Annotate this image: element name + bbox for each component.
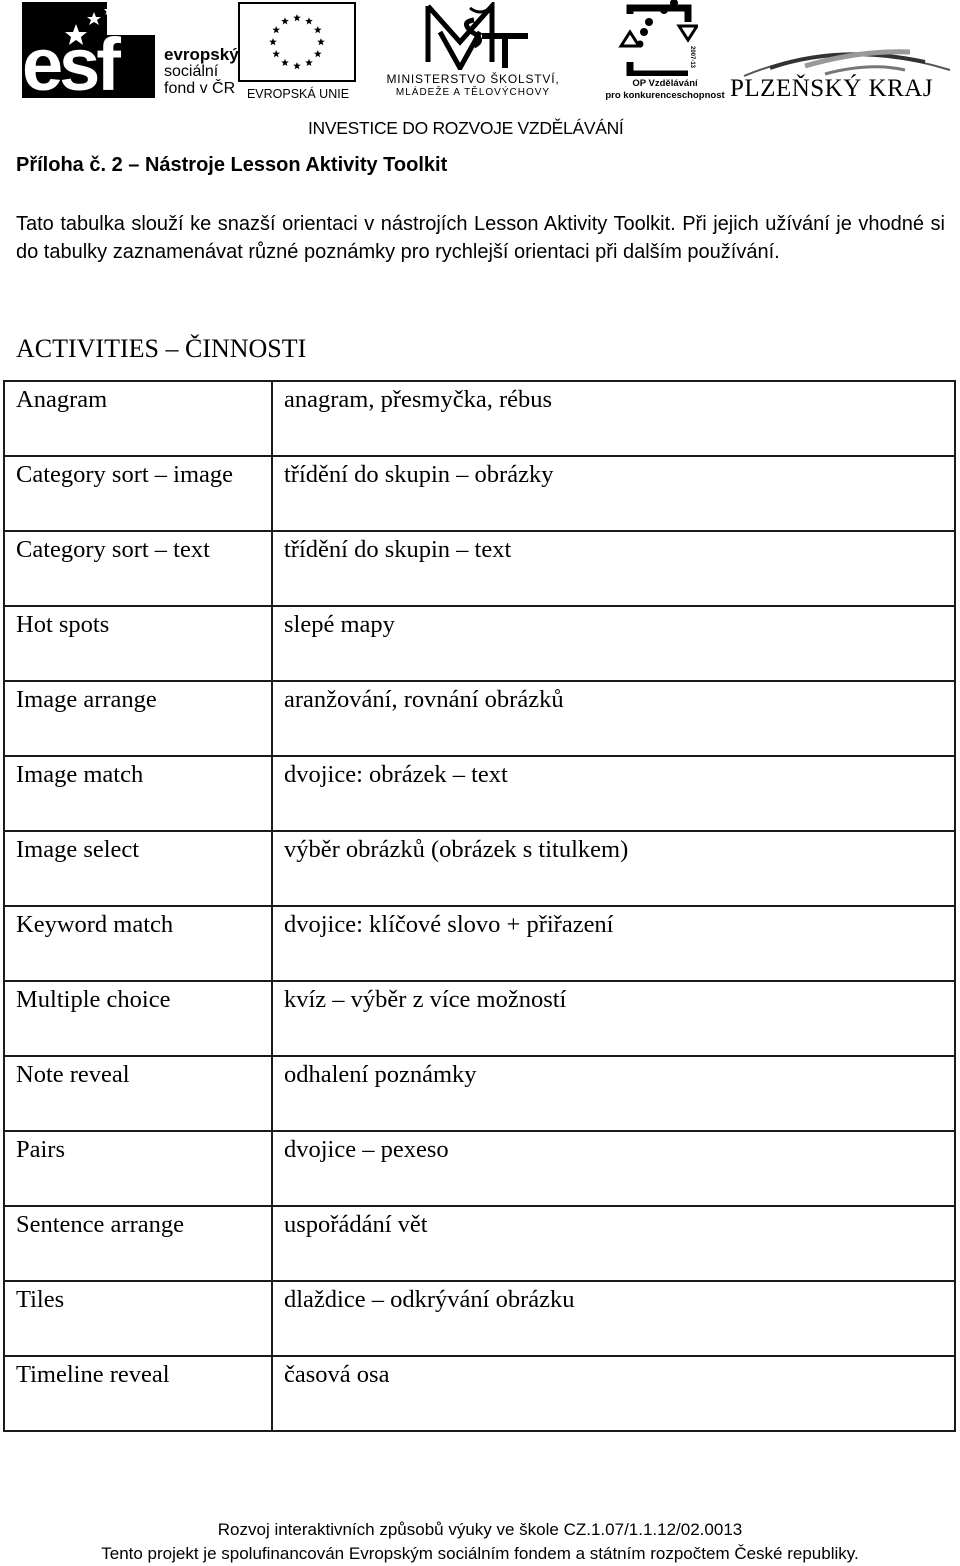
table-row: Sentence arrange uspořádání vět (3, 1205, 956, 1282)
activity-description-cell: aranžování, rovnání obrázků (271, 680, 956, 757)
eu-flag-icon (238, 2, 356, 82)
activity-description-cell: odhalení poznámky (271, 1055, 956, 1132)
table-row: Category sort – text třídění do skupin – … (3, 530, 956, 607)
activity-description-cell: výběr obrázků (obrázek s titulkem) (271, 830, 956, 907)
activity-description-cell: dvojice: klíčové slovo + přiřazení (271, 905, 956, 982)
table-row: Keyword match dvojice: klíčové slovo + př… (3, 905, 956, 982)
kraj-arc-icon (743, 49, 951, 77)
table-row: Image arrange aranžování, rovnání obrázků (3, 680, 956, 757)
op-years: 2007-13 (689, 46, 695, 69)
activity-name-cell: Image arrange (3, 680, 273, 757)
eu-star-icon (313, 50, 322, 58)
esf-line-3: fond v ČR (164, 80, 236, 97)
eu-star-icon (313, 26, 322, 34)
esf-line-1: evropský (164, 45, 239, 64)
eu-star-icon (272, 26, 281, 34)
eu-stars-icon (269, 14, 325, 70)
footer-line-1: Rozvoj interaktivních způsobů výuky ve š… (217, 1520, 743, 1539)
eu-star-icon (293, 62, 301, 70)
plzensky-kraj-logo: PLZEŇSKÝ KRAJ (730, 40, 955, 110)
activity-description-cell: třídění do skupin – obrázky (271, 455, 956, 532)
intro-paragraph: Tato tabulka slouží ke snazší orientaci … (16, 213, 945, 263)
eu-logo-label: EVROPSKÁ UNIE (246, 87, 350, 101)
activity-name-cell: Keyword match (3, 905, 273, 982)
table-row: Pairs dvojice – pexeso (3, 1130, 956, 1207)
activity-name-cell: Image select (3, 830, 273, 907)
section-heading: ACTIVITIES – ČINNOSTI (16, 334, 307, 363)
eu-star-icon (272, 50, 281, 58)
table-row: Image match dvojice: obrázek – text (3, 755, 956, 832)
msmt-logo-label: MINISTERSTVO ŠKOLSTVÍ, MLÁDEŽE A TĚLOVÝC… (368, 72, 578, 100)
eu-star-icon (281, 58, 289, 67)
footer: Rozvoj interaktivních způsobů výuky ve š… (0, 1518, 960, 1566)
eu-star-icon (269, 38, 277, 46)
activity-name-cell: Category sort – text (3, 530, 273, 607)
eu-star-icon (293, 14, 301, 22)
activity-description-cell: dlaždice – odkrývání obrázku (271, 1280, 956, 1357)
table-row: Hot spots slepé mapy (3, 605, 956, 682)
table-row: Category sort – image třídění do skupin –… (3, 455, 956, 532)
op-line-1: OP Vzdělávání (632, 78, 698, 89)
esf-logo: esf evropský sociální fond v ČR (22, 2, 239, 106)
esf-mark: esf (22, 23, 121, 106)
kraj-logo-label: PLZEŇSKÝ KRAJ (730, 75, 934, 102)
op-vzdelavani-logo: 2007-13 OP Vzdělávání pro konkurencescho… (605, 0, 726, 105)
activity-name-cell: Anagram (3, 380, 273, 457)
activity-description-cell: anagram, přesmyčka, rébus (271, 380, 956, 457)
msmt-line-2: MLÁDEŽE A TĚLOVÝCHOVY (395, 87, 551, 98)
activity-description-cell: slepé mapy (271, 605, 956, 682)
table-row: Tiles dlaždice – odkrývání obrázku (3, 1280, 956, 1357)
activity-description-cell: třídění do skupin – text (271, 530, 956, 607)
activity-description-cell: kvíz – výběr z více možností (271, 980, 956, 1057)
eu-star-icon (305, 17, 313, 25)
activity-name-cell: Note reveal (3, 1055, 273, 1132)
esf-logo-text: evropský sociální fond v ČR (164, 46, 239, 97)
table-row: Anagram anagram, přesmyčka, rébus (3, 380, 956, 457)
table-row: Note reveal odhalení poznámky (3, 1055, 956, 1132)
esf-line-2: sociální (164, 63, 219, 80)
slogan: INVESTICE DO ROZVOJE VZDĚLÁVÁNÍ (308, 118, 624, 138)
msmt-line-1: MINISTERSTVO ŠKOLSTVÍ, (386, 72, 560, 86)
footer-line-2: Tento projekt je spolufinancován Evropsk… (101, 1544, 859, 1563)
table-row: Timeline reveal časová osa (3, 1355, 956, 1432)
eu-star-icon (317, 38, 325, 46)
op-logo-label: OP Vzdělávání pro konkurenceschopnost (600, 78, 730, 102)
activity-description-cell: dvojice: obrázek – text (271, 755, 956, 832)
table-row: Image select výběr obrázků (obrázek s tit… (3, 830, 956, 907)
eu-star-icon (305, 58, 313, 67)
activity-name-cell: Tiles (3, 1280, 273, 1357)
activity-name-cell: Sentence arrange (3, 1205, 273, 1282)
activity-name-cell: Timeline reveal (3, 1355, 273, 1432)
page-title: Příloha č. 2 – Nástroje Lesson Aktivity … (16, 154, 448, 176)
activity-name-cell: Image match (3, 755, 273, 832)
op-line-2: pro konkurenceschopnost (605, 90, 725, 101)
activity-name-cell: Hot spots (3, 605, 273, 682)
activity-description-cell: uspořádání vět (271, 1205, 956, 1282)
activity-name-cell: Category sort – image (3, 455, 273, 532)
activity-description-cell: časová osa (271, 1355, 956, 1432)
msmt-mark-icon (425, 2, 528, 70)
table-row: Multiple choice kvíz – výběr z více možno… (3, 980, 956, 1057)
activities-table: Anagram anagram, přesmyčka, rébus Category… (3, 380, 956, 1432)
activity-description-cell: dvojice – pexeso (271, 1130, 956, 1207)
activity-name-cell: Pairs (3, 1130, 273, 1207)
activity-name-cell: Multiple choice (3, 980, 273, 1057)
eu-star-icon (281, 17, 289, 25)
op-arrows-icon: 2007-13 (618, 0, 698, 76)
msmt-logo: MINISTERSTVO ŠKOLSTVÍ, MLÁDEŽE A TĚLOVÝC… (368, 2, 578, 102)
eu-logo: EVROPSKÁ UNIE (236, 2, 360, 102)
